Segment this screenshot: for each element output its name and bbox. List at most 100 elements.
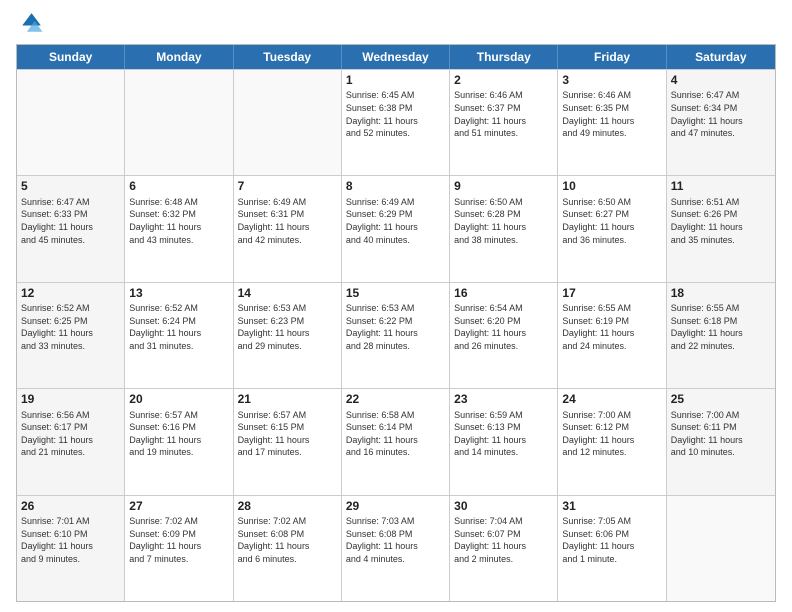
day-number: 19 — [21, 392, 120, 406]
day-info: Sunrise: 7:01 AM Sunset: 6:10 PM Dayligh… — [21, 515, 120, 565]
cal-cell-2-6: 10 Sunrise: 6:50 AM Sunset: 6:27 PM Dayli… — [558, 176, 666, 281]
day-number: 27 — [129, 499, 228, 513]
calendar-body: 1 Sunrise: 6:45 AM Sunset: 6:38 PM Daylig… — [17, 69, 775, 601]
day-info: Sunrise: 6:55 AM Sunset: 6:18 PM Dayligh… — [671, 302, 771, 352]
day-number: 8 — [346, 179, 445, 193]
weekday-header-friday: Friday — [558, 45, 666, 69]
cal-cell-2-1: 5Sunrise: 6:47 AM Sunset: 6:33 PM Daylig… — [17, 176, 125, 281]
day-info: Sunrise: 6:52 AM Sunset: 6:25 PM Dayligh… — [21, 302, 120, 352]
cal-cell-5-6: 31 Sunrise: 7:05 AM Sunset: 6:06 PM Dayli… — [558, 496, 666, 601]
weekday-header-monday: Monday — [125, 45, 233, 69]
day-number: 31 — [562, 499, 661, 513]
day-number: 9 — [454, 179, 553, 193]
day-info: Sunrise: 6:51 AM Sunset: 6:26 PM Dayligh… — [671, 196, 771, 246]
cal-cell-2-4: 8 Sunrise: 6:49 AM Sunset: 6:29 PM Daylig… — [342, 176, 450, 281]
cal-cell-3-6: 17 Sunrise: 6:55 AM Sunset: 6:19 PM Dayli… — [558, 283, 666, 388]
day-number: 15 — [346, 286, 445, 300]
day-info: Sunrise: 6:54 AM Sunset: 6:20 PM Dayligh… — [454, 302, 553, 352]
day-number: 17 — [562, 286, 661, 300]
calendar-row-5: 26 Sunrise: 7:01 AM Sunset: 6:10 PM Dayli… — [17, 495, 775, 601]
cal-cell-3-5: 16Sunrise: 6:54 AM Sunset: 6:20 PM Dayli… — [450, 283, 558, 388]
day-number: 3 — [562, 73, 661, 87]
cal-cell-2-3: 7 Sunrise: 6:49 AM Sunset: 6:31 PM Daylig… — [234, 176, 342, 281]
day-number: 1 — [346, 73, 445, 87]
day-info: Sunrise: 7:00 AM Sunset: 6:12 PM Dayligh… — [562, 409, 661, 459]
calendar-header: SundayMondayTuesdayWednesdayThursdayFrid… — [17, 45, 775, 69]
cal-cell-5-4: 29 Sunrise: 7:03 AM Sunset: 6:08 PM Dayli… — [342, 496, 450, 601]
cal-cell-1-6: 3 Sunrise: 6:46 AM Sunset: 6:35 PM Daylig… — [558, 70, 666, 175]
cal-cell-1-3 — [234, 70, 342, 175]
day-number: 6 — [129, 179, 228, 193]
cal-cell-2-7: 11 Sunrise: 6:51 AM Sunset: 6:26 PM Dayli… — [667, 176, 775, 281]
calendar-row-2: 5Sunrise: 6:47 AM Sunset: 6:33 PM Daylig… — [17, 175, 775, 281]
calendar-row-4: 19 Sunrise: 6:56 AM Sunset: 6:17 PM Dayli… — [17, 388, 775, 494]
day-number: 25 — [671, 392, 771, 406]
cal-cell-3-3: 14 Sunrise: 6:53 AM Sunset: 6:23 PM Dayli… — [234, 283, 342, 388]
day-number: 5 — [21, 179, 120, 193]
weekday-header-thursday: Thursday — [450, 45, 558, 69]
cal-cell-1-4: 1 Sunrise: 6:45 AM Sunset: 6:38 PM Daylig… — [342, 70, 450, 175]
day-number: 20 — [129, 392, 228, 406]
cal-cell-5-7 — [667, 496, 775, 601]
cal-cell-4-6: 24Sunrise: 7:00 AM Sunset: 6:12 PM Dayli… — [558, 389, 666, 494]
day-info: Sunrise: 7:02 AM Sunset: 6:08 PM Dayligh… — [238, 515, 337, 565]
calendar-row-3: 12 Sunrise: 6:52 AM Sunset: 6:25 PM Dayli… — [17, 282, 775, 388]
cal-cell-4-5: 23 Sunrise: 6:59 AM Sunset: 6:13 PM Dayli… — [450, 389, 558, 494]
day-info: Sunrise: 6:56 AM Sunset: 6:17 PM Dayligh… — [21, 409, 120, 459]
day-number: 2 — [454, 73, 553, 87]
day-info: Sunrise: 6:46 AM Sunset: 6:35 PM Dayligh… — [562, 89, 661, 139]
day-info: Sunrise: 6:59 AM Sunset: 6:13 PM Dayligh… — [454, 409, 553, 459]
day-info: Sunrise: 6:49 AM Sunset: 6:31 PM Dayligh… — [238, 196, 337, 246]
day-info: Sunrise: 6:58 AM Sunset: 6:14 PM Dayligh… — [346, 409, 445, 459]
cal-cell-3-1: 12 Sunrise: 6:52 AM Sunset: 6:25 PM Dayli… — [17, 283, 125, 388]
day-info: Sunrise: 6:50 AM Sunset: 6:27 PM Dayligh… — [562, 196, 661, 246]
day-info: Sunrise: 6:53 AM Sunset: 6:22 PM Dayligh… — [346, 302, 445, 352]
day-number: 23 — [454, 392, 553, 406]
cal-cell-5-2: 27 Sunrise: 7:02 AM Sunset: 6:09 PM Dayli… — [125, 496, 233, 601]
day-number: 12 — [21, 286, 120, 300]
weekday-header-tuesday: Tuesday — [234, 45, 342, 69]
day-number: 13 — [129, 286, 228, 300]
day-info: Sunrise: 6:48 AM Sunset: 6:32 PM Dayligh… — [129, 196, 228, 246]
day-info: Sunrise: 7:02 AM Sunset: 6:09 PM Dayligh… — [129, 515, 228, 565]
cal-cell-4-7: 25 Sunrise: 7:00 AM Sunset: 6:11 PM Dayli… — [667, 389, 775, 494]
cal-cell-2-5: 9 Sunrise: 6:50 AM Sunset: 6:28 PM Daylig… — [450, 176, 558, 281]
cal-cell-5-1: 26 Sunrise: 7:01 AM Sunset: 6:10 PM Dayli… — [17, 496, 125, 601]
weekday-header-wednesday: Wednesday — [342, 45, 450, 69]
day-info: Sunrise: 6:47 AM Sunset: 6:34 PM Dayligh… — [671, 89, 771, 139]
day-info: Sunrise: 6:52 AM Sunset: 6:24 PM Dayligh… — [129, 302, 228, 352]
cal-cell-1-7: 4 Sunrise: 6:47 AM Sunset: 6:34 PM Daylig… — [667, 70, 775, 175]
day-info: Sunrise: 6:49 AM Sunset: 6:29 PM Dayligh… — [346, 196, 445, 246]
day-info: Sunrise: 6:57 AM Sunset: 6:16 PM Dayligh… — [129, 409, 228, 459]
day-info: Sunrise: 6:55 AM Sunset: 6:19 PM Dayligh… — [562, 302, 661, 352]
cal-cell-4-2: 20 Sunrise: 6:57 AM Sunset: 6:16 PM Dayli… — [125, 389, 233, 494]
cal-cell-1-2 — [125, 70, 233, 175]
day-number: 26 — [21, 499, 120, 513]
calendar-row-1: 1 Sunrise: 6:45 AM Sunset: 6:38 PM Daylig… — [17, 69, 775, 175]
logo-icon — [16, 10, 44, 38]
day-number: 10 — [562, 179, 661, 193]
day-number: 4 — [671, 73, 771, 87]
day-number: 30 — [454, 499, 553, 513]
day-info: Sunrise: 7:05 AM Sunset: 6:06 PM Dayligh… — [562, 515, 661, 565]
logo — [16, 10, 48, 38]
cal-cell-1-5: 2 Sunrise: 6:46 AM Sunset: 6:37 PM Daylig… — [450, 70, 558, 175]
day-number: 11 — [671, 179, 771, 193]
day-info: Sunrise: 6:50 AM Sunset: 6:28 PM Dayligh… — [454, 196, 553, 246]
cal-cell-5-5: 30 Sunrise: 7:04 AM Sunset: 6:07 PM Dayli… — [450, 496, 558, 601]
day-number: 14 — [238, 286, 337, 300]
day-number: 28 — [238, 499, 337, 513]
day-number: 7 — [238, 179, 337, 193]
day-number: 21 — [238, 392, 337, 406]
day-info: Sunrise: 6:53 AM Sunset: 6:23 PM Dayligh… — [238, 302, 337, 352]
day-info: Sunrise: 7:00 AM Sunset: 6:11 PM Dayligh… — [671, 409, 771, 459]
cal-cell-1-1 — [17, 70, 125, 175]
day-number: 29 — [346, 499, 445, 513]
day-info: Sunrise: 6:45 AM Sunset: 6:38 PM Dayligh… — [346, 89, 445, 139]
day-info: Sunrise: 7:03 AM Sunset: 6:08 PM Dayligh… — [346, 515, 445, 565]
day-number: 18 — [671, 286, 771, 300]
cal-cell-3-2: 13 Sunrise: 6:52 AM Sunset: 6:24 PM Dayli… — [125, 283, 233, 388]
day-info: Sunrise: 6:46 AM Sunset: 6:37 PM Dayligh… — [454, 89, 553, 139]
day-info: Sunrise: 7:04 AM Sunset: 6:07 PM Dayligh… — [454, 515, 553, 565]
calendar: SundayMondayTuesdayWednesdayThursdayFrid… — [16, 44, 776, 602]
